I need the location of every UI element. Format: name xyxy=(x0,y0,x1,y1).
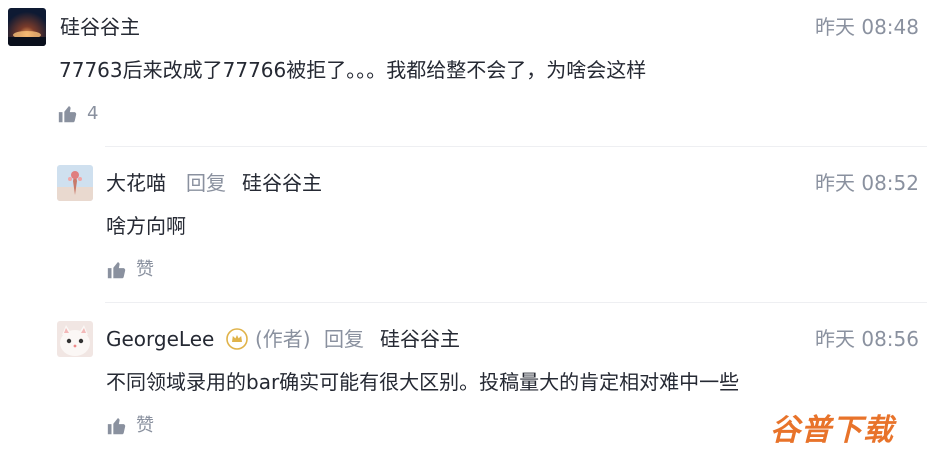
avatar-image xyxy=(57,321,93,357)
reply-text: 啥方向啊 xyxy=(106,214,186,238)
avatar-reply-author[interactable] xyxy=(57,321,93,357)
reply-timestamp: 昨天 08:56 xyxy=(815,327,919,351)
like-count: 4 xyxy=(87,103,99,124)
like-button[interactable]: 赞 xyxy=(106,258,154,282)
reply-author-name[interactable]: 大花喵 xyxy=(106,171,166,195)
thumbs-up-icon xyxy=(58,106,77,123)
reply-text: 不同领域录用的bar确实可能有很大区别。投稿量大的肯定相对难中一些 xyxy=(106,370,740,394)
avatar-reply-author[interactable] xyxy=(57,165,93,201)
avatar-image xyxy=(57,165,93,201)
watermark-logo: 谷普下载 xyxy=(770,413,894,448)
reply-label: 回复 xyxy=(324,327,364,351)
author-tag: (作者) xyxy=(255,327,311,351)
like-label: 赞 xyxy=(136,415,154,436)
crown-badge-icon xyxy=(226,328,248,350)
divider xyxy=(105,302,927,303)
reply-target-name[interactable]: 硅谷谷主 xyxy=(242,171,322,195)
reply-timestamp: 昨天 08:52 xyxy=(815,171,919,195)
like-button[interactable]: 4 xyxy=(57,102,98,126)
thumbs-up-icon xyxy=(107,262,126,279)
like-label: 赞 xyxy=(136,259,154,280)
thumbs-up-icon xyxy=(107,418,126,435)
avatar-image xyxy=(8,8,46,46)
reply-label: 回复 xyxy=(186,171,226,195)
divider xyxy=(105,146,927,147)
reply-author-name[interactable]: GeorgeLee xyxy=(106,327,214,351)
like-button[interactable]: 赞 xyxy=(106,414,154,438)
reply-target-name[interactable]: 硅谷谷主 xyxy=(380,327,460,351)
avatar-main-author[interactable] xyxy=(8,8,46,46)
comment-text: 77763后来改成了77766被拒了。。。我都给整不会了，为啥会这样 xyxy=(59,58,647,82)
comment-author-name[interactable]: 硅谷谷主 xyxy=(60,15,140,39)
comment-timestamp: 昨天 08:48 xyxy=(815,15,919,39)
